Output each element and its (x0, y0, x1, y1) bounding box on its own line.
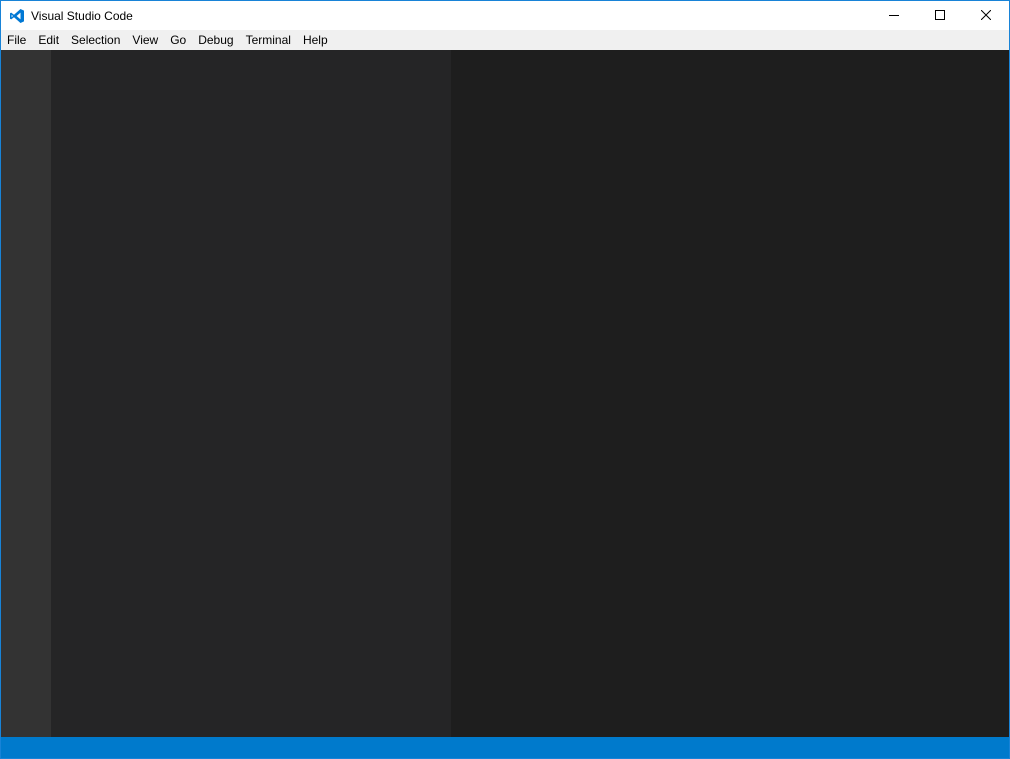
close-icon (980, 7, 992, 25)
editor-area[interactable] (451, 50, 1009, 737)
title-bar[interactable]: Visual Studio Code (1, 1, 1009, 30)
menu-edit[interactable]: Edit (32, 30, 65, 50)
menu-help[interactable]: Help (297, 30, 334, 50)
menu-selection[interactable]: Selection (65, 30, 126, 50)
menu-terminal[interactable]: Terminal (240, 30, 297, 50)
activity-bar (1, 50, 51, 737)
window-title: Visual Studio Code (31, 8, 133, 23)
maximize-icon (935, 7, 945, 25)
minimize-button[interactable] (871, 1, 917, 30)
window-controls (871, 1, 1009, 30)
menu-go[interactable]: Go (164, 30, 192, 50)
menu-bar: File Edit Selection View Go Debug Termin… (1, 30, 1009, 50)
maximize-button[interactable] (917, 1, 963, 30)
status-bar (1, 737, 1009, 758)
menu-view[interactable]: View (126, 30, 164, 50)
vscode-window: Visual Studio Code File Edit Selection V… (0, 0, 1010, 759)
menu-file[interactable]: File (1, 30, 32, 50)
vscode-logo-icon (9, 8, 25, 24)
side-bar (51, 50, 451, 737)
menu-debug[interactable]: Debug (192, 30, 239, 50)
close-button[interactable] (963, 1, 1009, 30)
minimize-icon (889, 7, 899, 25)
